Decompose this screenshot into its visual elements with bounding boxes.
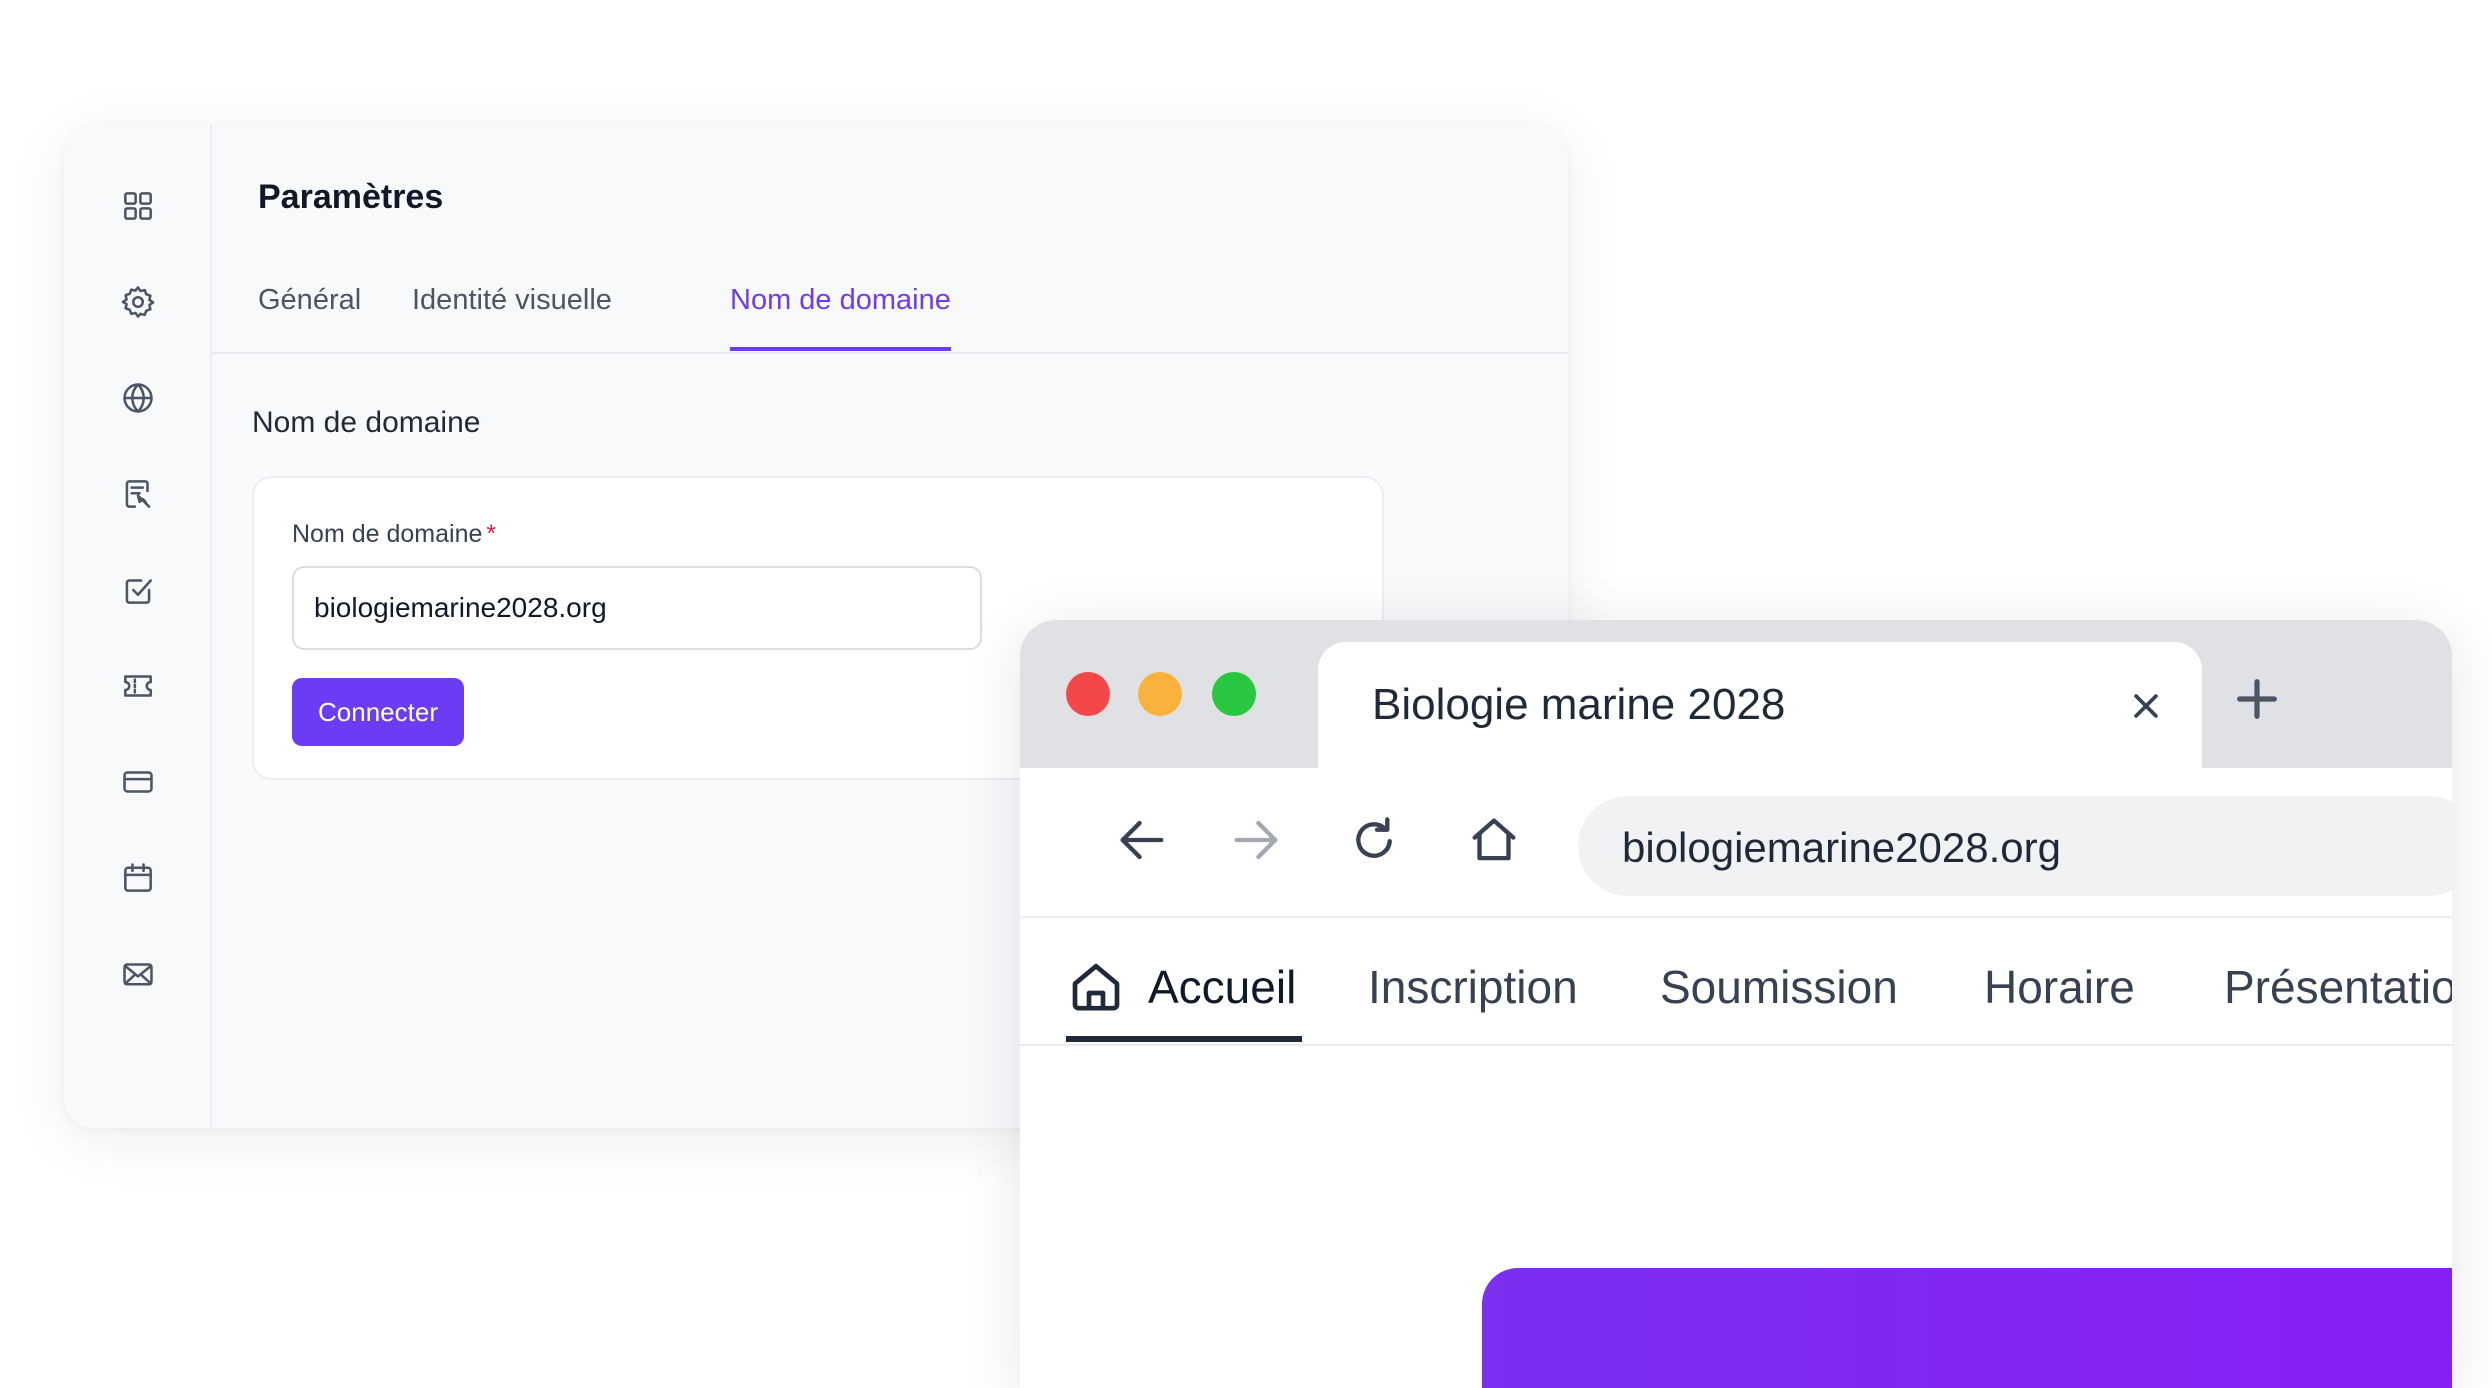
active-nav-underline bbox=[1066, 1036, 1302, 1042]
browser-toolbar: biologiemarine2028.org bbox=[1020, 768, 2452, 918]
hero-banner bbox=[1482, 1268, 2452, 1388]
grid-icon[interactable] bbox=[118, 186, 158, 226]
tabs-divider bbox=[212, 352, 1568, 354]
nav-link-registration[interactable]: Inscription bbox=[1368, 960, 1578, 1014]
stage: Paramètres Général Identité visuelle Nom… bbox=[0, 0, 2492, 1388]
home-icon[interactable] bbox=[1462, 808, 1526, 872]
browser-tab-title: Biologie marine 2028 bbox=[1372, 680, 1786, 729]
url-text: biologiemarine2028.org bbox=[1622, 824, 2061, 871]
close-tab-icon[interactable] bbox=[2126, 686, 2166, 726]
gear-icon[interactable] bbox=[118, 282, 158, 322]
form-edit-icon[interactable] bbox=[118, 474, 158, 514]
required-marker: * bbox=[486, 520, 497, 548]
reload-icon[interactable] bbox=[1342, 808, 1406, 872]
browser-window: Biologie marine 2028 biologiemarine2028.… bbox=[1020, 620, 2452, 1388]
browser-titlebar: Biologie marine 2028 bbox=[1020, 620, 2452, 768]
maximize-window-button[interactable] bbox=[1212, 672, 1256, 716]
nav-link-submission[interactable]: Soumission bbox=[1660, 960, 1898, 1014]
close-window-button[interactable] bbox=[1066, 672, 1110, 716]
new-tab-icon[interactable] bbox=[2230, 672, 2284, 726]
minimize-window-button[interactable] bbox=[1138, 672, 1182, 716]
site-home-icon[interactable] bbox=[1068, 958, 1124, 1014]
nav-link-presentation[interactable]: Présentation bbox=[2224, 960, 2452, 1014]
domain-label-text: Nom de domaine bbox=[292, 520, 483, 548]
back-arrow-icon[interactable] bbox=[1110, 808, 1174, 872]
site-navigation: Accueil Inscription Soumission Horaire P… bbox=[1020, 918, 2452, 1046]
nav-link-home[interactable]: Accueil bbox=[1148, 960, 1296, 1014]
section-title: Nom de domaine bbox=[252, 406, 481, 439]
checkbox-icon[interactable] bbox=[118, 570, 158, 610]
domain-field-label: Nom de domaine * bbox=[292, 520, 496, 549]
forward-arrow-icon[interactable] bbox=[1224, 808, 1288, 872]
mail-icon[interactable] bbox=[118, 954, 158, 994]
page-title: Paramètres bbox=[258, 178, 444, 216]
sidebar bbox=[64, 124, 212, 1128]
domain-input[interactable] bbox=[292, 566, 982, 650]
nav-link-schedule[interactable]: Horaire bbox=[1984, 960, 2135, 1014]
connect-button[interactable]: Connecter bbox=[292, 678, 464, 746]
browser-tab[interactable]: Biologie marine 2028 bbox=[1318, 642, 2202, 768]
tab-domain-name[interactable]: Nom de domaine bbox=[730, 284, 951, 351]
calendar-icon[interactable] bbox=[118, 858, 158, 898]
tab-visual-identity[interactable]: Identité visuelle bbox=[412, 284, 612, 347]
credit-card-icon[interactable] bbox=[118, 762, 158, 802]
ticket-icon[interactable] bbox=[118, 666, 158, 706]
globe-icon[interactable] bbox=[118, 378, 158, 418]
tab-general[interactable]: Général bbox=[258, 284, 361, 347]
address-bar[interactable]: biologiemarine2028.org bbox=[1578, 796, 2452, 896]
